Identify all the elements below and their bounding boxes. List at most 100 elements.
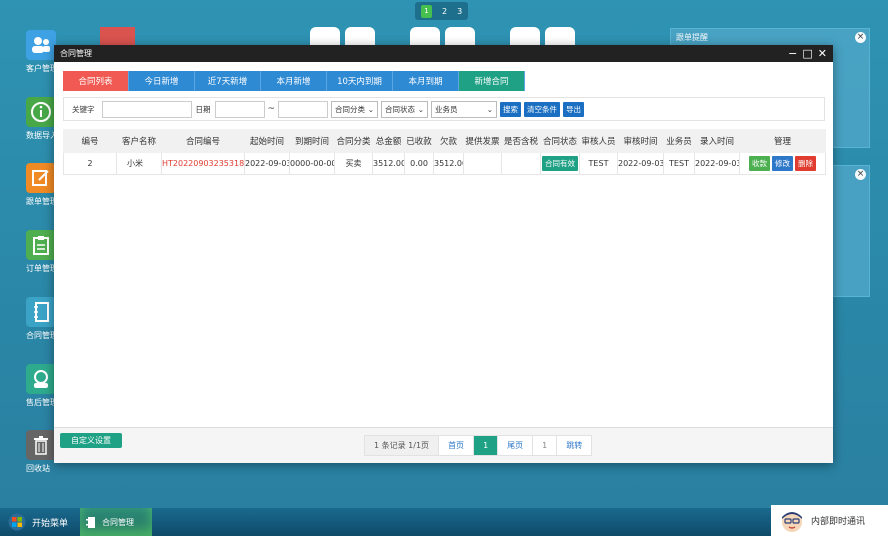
first-page-link[interactable]: 首页 (439, 436, 475, 455)
col-header: 到期时间 (289, 129, 335, 153)
keyword-label: 关键字 (72, 104, 95, 114)
window-titlebar[interactable]: 合同管理 − □ ✕ (54, 45, 833, 62)
contract-table: 编号 客户名称 合同编号 起始时间 到期时间 合同分类 总金额 已收款 欠款 提… (63, 129, 826, 175)
close-icon[interactable]: ✕ (818, 47, 827, 60)
tab-bar: 合同列表 今日新增 近7天新增 本月新增 10天内到期 本月到期 新增合同 (63, 71, 525, 91)
col-header: 欠款 (433, 129, 464, 153)
notebook-icon (86, 516, 95, 528)
pagination: 1 条记录 1/1页 首页 1 尾页 1 跳转 (364, 435, 593, 456)
window-title: 合同管理 (60, 49, 92, 58)
chat-label: 内部即时通讯 (811, 517, 866, 527)
col-header: 起始时间 (244, 129, 290, 153)
export-button[interactable]: 导出 (563, 101, 585, 117)
cell-end: 0000-00-00 (289, 152, 335, 175)
cell-customer: 小米 (116, 152, 162, 175)
start-menu-button[interactable]: 开始菜单 (8, 513, 68, 531)
table-row[interactable]: 2 小米 HT202209032353189 2022-09-03 0000-0… (63, 152, 826, 175)
col-header: 编号 (63, 129, 117, 153)
clipboard-icon (26, 230, 56, 260)
cell-invoice (463, 152, 502, 175)
red-tile-icon (100, 27, 135, 47)
status-select[interactable]: 合同状态 ⌄ (381, 100, 429, 118)
jump-button[interactable]: 跳转 (557, 436, 591, 455)
col-header: 提供发票 (463, 129, 502, 153)
date-end-input[interactable] (278, 100, 329, 118)
col-header: 总金额 (372, 129, 405, 153)
category-select[interactable]: 合同分类 ⌄ (331, 100, 379, 118)
cell-auditor: TEST (579, 152, 618, 175)
date-separator: ~ (267, 104, 276, 114)
tab-expire-this-month[interactable]: 本月到期 (393, 71, 459, 91)
cell-salesman: TEST (663, 152, 695, 175)
collect-payment-button[interactable]: 收款 (749, 156, 770, 171)
cell-status: 合同有效 (540, 152, 580, 175)
record-info: 1 条记录 1/1页 (365, 436, 440, 455)
col-header: 审核时间 (617, 129, 664, 153)
cell-owed: 3512.00 (433, 152, 464, 175)
maximize-icon[interactable]: □ (802, 47, 812, 60)
date-label: 日期 (195, 104, 211, 114)
salesman-select[interactable]: 业务员 ⌄ (431, 100, 498, 118)
tab-last-7-days[interactable]: 近7天新增 (195, 71, 261, 91)
cell-audit-time: 2022-09-03 (617, 152, 664, 175)
current-page[interactable]: 1 (474, 436, 499, 455)
clear-conditions-button[interactable]: 清空条件 (524, 101, 561, 117)
trash-icon (26, 430, 56, 460)
col-header: 管理 (739, 129, 826, 153)
date-start-input[interactable] (214, 100, 265, 118)
cell-received: 0.00 (404, 152, 434, 175)
cell-actions: 收款 修改 删除 (739, 152, 826, 175)
avatar-icon (782, 511, 802, 532)
col-header: 客户名称 (116, 129, 162, 153)
jump-page-input[interactable]: 1 (533, 436, 558, 455)
close-icon[interactable]: × (855, 169, 866, 180)
info-icon (26, 97, 56, 127)
col-header: 业务员 (663, 129, 695, 153)
cell-entry-time: 2022-09-03 (694, 152, 740, 175)
col-header: 审核人员 (579, 129, 618, 153)
window-footer: 自定义设置 1 条记录 1/1页 首页 1 尾页 1 跳转 (54, 427, 833, 463)
people-icon (26, 30, 56, 60)
chevron-down-icon: ⌄ (417, 104, 425, 114)
cell-id: 2 (63, 152, 117, 175)
page-2-button[interactable]: 2 (442, 7, 447, 16)
instant-messaging-button[interactable]: 内部即时通讯 (771, 505, 888, 536)
notebook-icon (26, 297, 56, 327)
cell-contract-no[interactable]: HT202209032353189 (161, 152, 245, 175)
edit-button[interactable]: 修改 (772, 156, 793, 171)
windows-logo-icon (8, 513, 26, 531)
page-3-button[interactable]: 3 (457, 7, 462, 16)
tab-contract-list[interactable]: 合同列表 (63, 71, 129, 91)
start-menu-label: 开始菜单 (32, 518, 69, 529)
taskbar: 开始菜单 合同管理 (0, 508, 888, 536)
tab-add-contract[interactable]: 新增合同 (459, 71, 525, 91)
minimize-icon[interactable]: − (788, 47, 797, 60)
delete-button[interactable]: 删除 (795, 156, 816, 171)
chevron-down-icon: ⌄ (367, 104, 375, 114)
last-page-link[interactable]: 尾页 (498, 436, 534, 455)
search-button[interactable]: 搜索 (500, 101, 522, 117)
page-1-button[interactable]: 1 (421, 4, 432, 18)
contract-management-window: 合同管理 − □ ✕ 合同列表 今日新增 近7天新增 本月新增 10天内到期 本… (54, 45, 833, 463)
edit-icon (26, 163, 56, 193)
col-header: 录入时间 (694, 129, 740, 153)
cell-start: 2022-09-03 (244, 152, 290, 175)
col-header: 合同分类 (334, 129, 373, 153)
chevron-down-icon: ⌄ (486, 104, 494, 114)
close-icon[interactable]: × (855, 32, 866, 43)
col-header: 已收款 (404, 129, 434, 153)
widget-title: 跟单提醒 (676, 33, 708, 42)
status-badge[interactable]: 合同有效 (542, 156, 578, 171)
custom-settings-button[interactable]: 自定义设置 (60, 433, 122, 448)
cell-total: 3512.00 (372, 152, 405, 175)
cell-category: 买卖 (334, 152, 373, 175)
contract-no-link[interactable]: HT202209032353189 (163, 159, 244, 168)
tab-today-new[interactable]: 今日新增 (129, 71, 195, 91)
support-icon (26, 364, 56, 394)
tab-month-new[interactable]: 本月新增 (261, 71, 327, 91)
keyword-input[interactable] (101, 100, 192, 118)
col-header: 是否含税 (501, 129, 541, 153)
cell-tax (501, 152, 541, 175)
taskbar-item-contracts[interactable]: 合同管理 (80, 508, 152, 536)
tab-expire-10-days[interactable]: 10天内到期 (327, 71, 393, 91)
